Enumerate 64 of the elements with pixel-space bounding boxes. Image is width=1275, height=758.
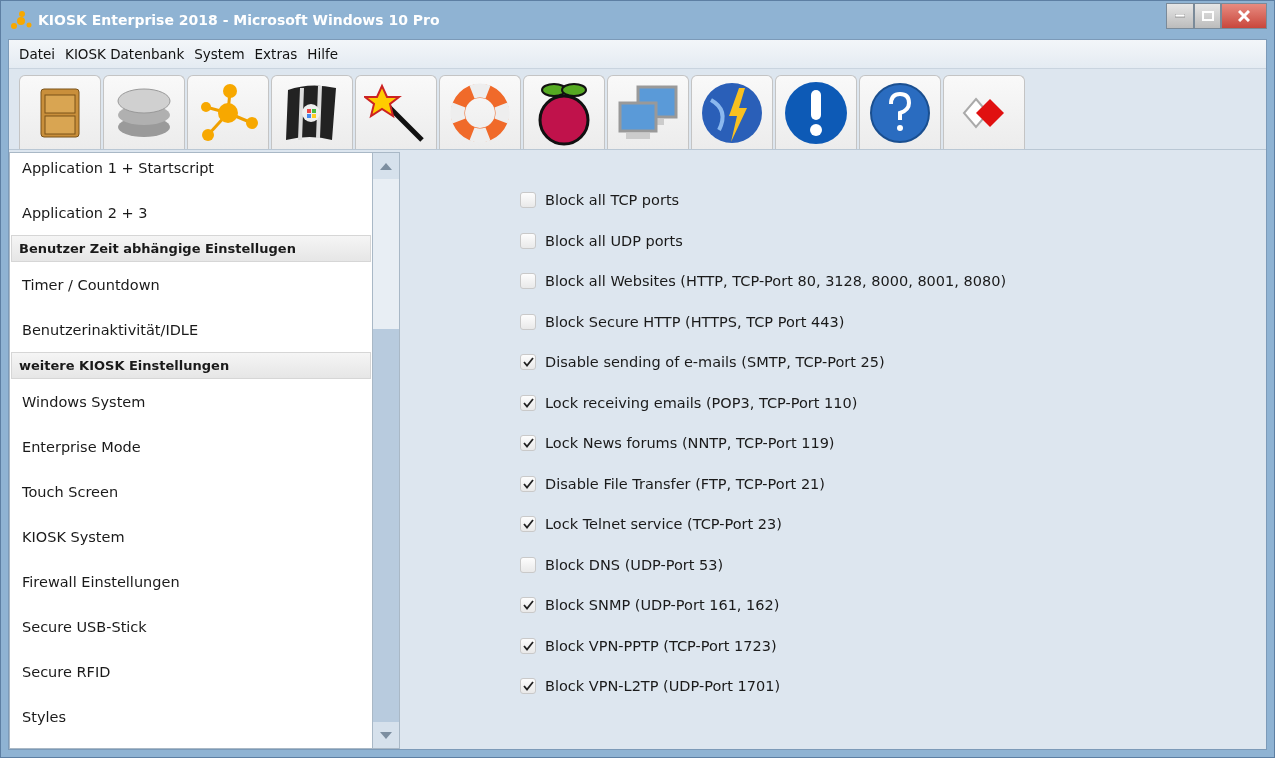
checkbox[interactable] — [520, 475, 536, 492]
menu-item[interactable]: System — [194, 46, 245, 62]
minimize-icon — [1175, 14, 1185, 18]
scrollbar[interactable] — [373, 152, 400, 749]
maximize-button[interactable] — [1194, 3, 1221, 29]
checkbox[interactable] — [520, 678, 536, 695]
checkbox[interactable] — [520, 597, 536, 614]
checkbox-label: Block all UDP ports — [545, 232, 683, 249]
close-button[interactable] — [1221, 3, 1267, 29]
checkbox-label: Disable sending of e-mails (SMTP, TCP-Port 25) — [545, 354, 885, 371]
close-icon — [1238, 10, 1250, 22]
checkbox-label: Block all Websites (HTTP, TCP-Port 80, 3128, 8000, 8001, 8080) — [545, 273, 1007, 290]
sidebar-item[interactable]: Secure RFID — [10, 649, 372, 694]
sidebar-item[interactable]: Firewall Einstellungen — [10, 559, 372, 604]
checkbox-label: Lock receiving emails (POP3, TCP-Port 110) — [545, 394, 858, 411]
sidebar-item[interactable]: Windows System — [10, 379, 372, 424]
sidebar-item[interactable]: KIOSK System — [10, 514, 372, 559]
scroll-up-icon[interactable] — [380, 162, 392, 170]
sidebar-item[interactable]: Enterprise Mode — [10, 424, 372, 469]
sidebar-item[interactable]: Secure USB-Stick — [10, 604, 372, 649]
checkbox-label: Lock News forums (NNTP, TCP-Port 119) — [545, 435, 835, 452]
checkbox[interactable] — [520, 354, 536, 371]
checkbox[interactable] — [520, 313, 536, 330]
checkbox-label: Disable File Transfer (FTP, TCP-Port 21) — [545, 475, 825, 492]
checkbox[interactable] — [520, 192, 536, 209]
menu-item[interactable]: Datei — [19, 46, 56, 62]
checkbox[interactable] — [520, 435, 536, 452]
help-icon — [869, 81, 931, 144]
checkbox-label: Block DNS (UDP-Port 53) — [545, 556, 724, 573]
checkbox-label: Block VPN-L2TP (UDP-Port 1701) — [545, 678, 781, 695]
checkbox[interactable] — [520, 394, 536, 411]
maximize-icon — [1201, 11, 1214, 21]
checkbox-label: Lock Telnet service (TCP-Port 23) — [545, 516, 782, 533]
section-header: Benutzer Zeit abhängige Einstellugen — [11, 235, 371, 262]
app-logo-icon — [10, 10, 32, 30]
toolbar-button[interactable] — [355, 75, 437, 149]
menu-item[interactable]: KIOSK Datenbank — [65, 46, 185, 62]
toolbar-button[interactable] — [523, 75, 605, 149]
section-header: weitere KIOSK Einstellungen — [11, 352, 371, 379]
minimize-button[interactable] — [1166, 3, 1194, 29]
checkbox[interactable] — [520, 273, 536, 290]
scroll-down-icon[interactable] — [380, 731, 392, 739]
checkbox[interactable] — [520, 232, 536, 249]
sidebar-item[interactable]: Styles — [10, 694, 372, 739]
menu-item[interactable]: Hilfe — [307, 46, 338, 62]
checkbox-label: Block SNMP (UDP-Port 161, 162) — [545, 597, 780, 614]
sidebar-item[interactable]: Application 2 + 3 — [10, 190, 372, 235]
checkbox-label: Block all TCP ports — [545, 192, 680, 209]
toolbar-button[interactable] — [859, 75, 941, 149]
checkbox-label: Block Secure HTTP (HTTPS, TCP Port 443) — [545, 313, 845, 330]
exclamation-icon — [783, 79, 849, 146]
scrollbar-thumb[interactable] — [373, 179, 399, 329]
sidebar-item[interactable]: Timer / Countdown — [10, 262, 372, 307]
checkbox-label: Block VPN-PPTP (TCP-Port 1723) — [545, 637, 777, 654]
toolbar-button[interactable] — [271, 75, 353, 149]
sidebar-item[interactable]: Benutzerinaktivität/IDLE — [10, 307, 372, 352]
checkbox[interactable] — [520, 556, 536, 573]
sidebar-item[interactable]: Application 1 + Startscript — [10, 153, 372, 190]
sidebar-item[interactable]: Touch Screen — [10, 469, 372, 514]
checkbox[interactable] — [520, 516, 536, 533]
window-title: KIOSK Enterprise 2018 - Microsoft Windows 10 Pro — [38, 12, 441, 28]
menu-item[interactable]: Extras — [254, 46, 298, 62]
toolbar-button[interactable] — [775, 75, 857, 149]
checkbox[interactable] — [520, 637, 536, 654]
